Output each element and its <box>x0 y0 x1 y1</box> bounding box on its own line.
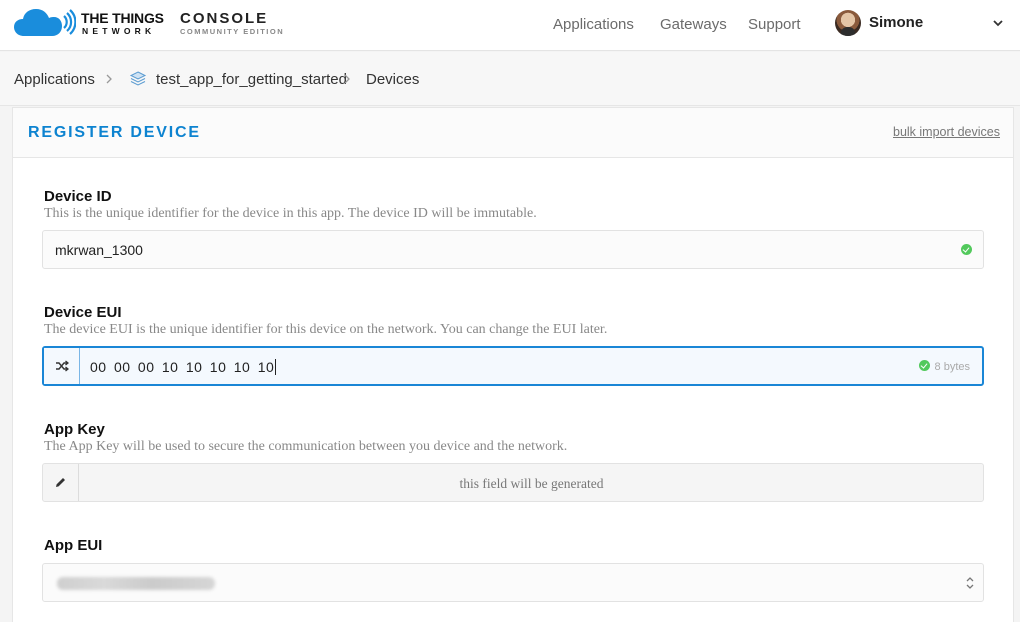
ttn-logo[interactable]: THE THINGS NETWORK CONSOLE COMMUNITY EDI… <box>14 8 283 38</box>
device-eui-value: 00 00 00 10 10 10 10 10 <box>90 359 277 375</box>
layers-icon <box>129 71 147 86</box>
chevron-right-icon <box>106 74 112 84</box>
device-id-input[interactable]: mkrwan_1300 <box>42 230 984 269</box>
device-eui-help: The device EUI is the unique identifier … <box>44 322 608 337</box>
breadcrumb-devices[interactable]: Devices <box>366 71 419 88</box>
brand-console: CONSOLE <box>180 10 269 27</box>
card-title: REGISTER DEVICE <box>28 124 201 141</box>
app-eui-label: App EUI <box>44 537 103 554</box>
user-menu[interactable]: Simone <box>835 10 1010 40</box>
breadcrumb-app[interactable]: test_app_for_getting_started <box>156 71 347 88</box>
edit-app-key-button[interactable] <box>43 464 79 501</box>
app-eui-blurred-value <box>57 577 215 590</box>
user-name: Simone <box>869 14 924 31</box>
brand-line2: NETWORK <box>82 26 156 36</box>
brand-edition: COMMUNITY EDITION <box>180 27 285 36</box>
chevron-down-icon[interactable] <box>992 18 1004 28</box>
text-caret <box>275 359 277 375</box>
byte-count: 8 bytes <box>918 360 970 373</box>
shuffle-icon <box>55 360 69 372</box>
avatar <box>835 10 861 36</box>
nav-support-link[interactable]: Support <box>748 16 801 33</box>
chevron-right-icon <box>344 74 350 84</box>
device-eui-text: 00 00 00 10 10 10 10 10 <box>90 359 275 375</box>
shuffle-button[interactable] <box>44 348 80 384</box>
top-navigation-bar: THE THINGS NETWORK CONSOLE COMMUNITY EDI… <box>0 0 1020 51</box>
ttn-cloud-icon <box>14 9 76 36</box>
brand-line1: THE THINGS <box>81 10 164 26</box>
app-key-input[interactable]: this field will be generated <box>42 463 984 502</box>
register-device-card: REGISTER DEVICE bulk import devices Devi… <box>12 107 1014 622</box>
select-arrows-icon[interactable] <box>965 575 975 591</box>
nav-applications-link[interactable]: Applications <box>553 16 634 33</box>
app-key-label: App Key <box>44 421 105 438</box>
card-header: REGISTER DEVICE bulk import devices <box>13 108 1013 158</box>
pencil-icon <box>56 478 65 487</box>
ttn-wordmark: THE THINGS NETWORK <box>81 10 173 36</box>
byte-count-text: 8 bytes <box>934 361 970 373</box>
device-id-label: Device ID <box>44 188 112 205</box>
device-eui-input[interactable]: 00 00 00 10 10 10 10 10 8 bytes <box>42 346 984 386</box>
app-key-help: The App Key will be used to secure the c… <box>44 439 568 454</box>
bulk-import-link[interactable]: bulk import devices <box>893 125 1000 139</box>
breadcrumb-applications[interactable]: Applications <box>14 71 95 88</box>
app-key-placeholder: this field will be generated <box>459 476 604 491</box>
valid-check-icon <box>961 244 972 255</box>
device-id-help: This is the unique identifier for the de… <box>44 206 537 221</box>
device-id-value: mkrwan_1300 <box>55 242 143 258</box>
console-wordmark: CONSOLE COMMUNITY EDITION <box>180 10 310 37</box>
app-eui-select[interactable] <box>42 563 984 602</box>
nav-gateways-link[interactable]: Gateways <box>660 16 727 33</box>
breadcrumb: Applications test_app_for_getting_starte… <box>0 52 1020 106</box>
device-eui-label: Device EUI <box>44 304 122 321</box>
valid-check-icon <box>918 360 930 371</box>
